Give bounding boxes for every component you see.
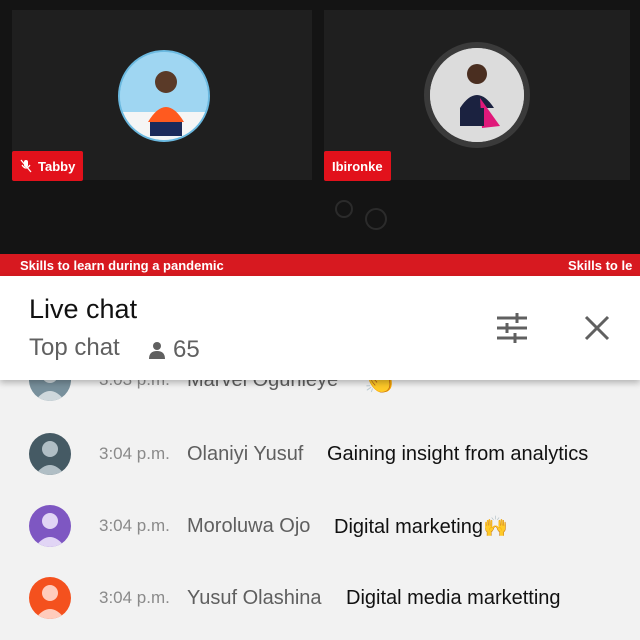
message-author[interactable]: Olaniyi Yusuf (187, 443, 303, 466)
participant-tile-ibironke[interactable]: Ibironke (324, 10, 630, 181)
participant-name-tag: Tabby (12, 151, 84, 181)
chat-filter-button[interactable] (492, 308, 532, 348)
message-author[interactable]: Yusuf Olashina (187, 587, 322, 610)
close-chat-button[interactable] (577, 308, 617, 348)
avatar (29, 433, 71, 475)
decor-circle (365, 208, 387, 230)
avatar (29, 577, 71, 619)
viewer-count: 65 (147, 336, 200, 364)
message-time: 3:04 p.m. (99, 444, 170, 463)
mic-off-icon (20, 159, 32, 173)
message-time: 3:04 p.m. (99, 588, 170, 607)
decor-circle (335, 200, 353, 218)
person-icon (149, 342, 165, 359)
news-ticker: Skills to learn during a pandemic Skills… (0, 254, 640, 276)
participant-name-tag: Ibironke (324, 151, 391, 181)
avatar (29, 505, 71, 547)
chat-mode-selector[interactable]: Top chat (29, 334, 120, 362)
message-time: 3:04 p.m. (99, 516, 170, 535)
ticker-text: Skills to le (568, 257, 633, 273)
ticker-text: Skills to learn during a pandemic (20, 257, 224, 273)
chat-message: 3:04 p.m. Olaniyi Yusuf Gaining insight … (0, 424, 640, 484)
chat-message: 3:04 p.m. Yusuf Olashina Digital media m… (0, 568, 640, 628)
message-text: Digital marketing🙌 (334, 515, 508, 538)
tune-icon (497, 313, 527, 343)
chat-mode-label: Top chat (29, 334, 120, 361)
viewer-count-value: 65 (173, 336, 200, 363)
live-chat-header: Live chat Top chat 65 (0, 276, 640, 380)
chat-message-list[interactable]: 3:03 p.m. Marvel Ogunleye 👏 3:04 p.m. Ol… (0, 350, 640, 640)
participant-tile-tabby[interactable]: Tabby (12, 10, 312, 181)
participant-name: Tabby (38, 158, 76, 174)
participant-avatar (118, 50, 210, 142)
chat-title: Live chat (29, 294, 138, 324)
video-area: Tabby Ibironke Skills to learn during a … (0, 0, 640, 276)
message-author[interactable]: Moroluwa Ojo (187, 515, 310, 538)
close-icon (584, 315, 610, 341)
participant-avatar (424, 42, 530, 148)
message-text: Digital media marketting (346, 586, 561, 609)
participant-name: Ibironke (332, 158, 383, 174)
chat-message: 3:04 p.m. Moroluwa Ojo Digital marketing… (0, 496, 640, 556)
message-text: Gaining insight from analytics (327, 442, 589, 465)
